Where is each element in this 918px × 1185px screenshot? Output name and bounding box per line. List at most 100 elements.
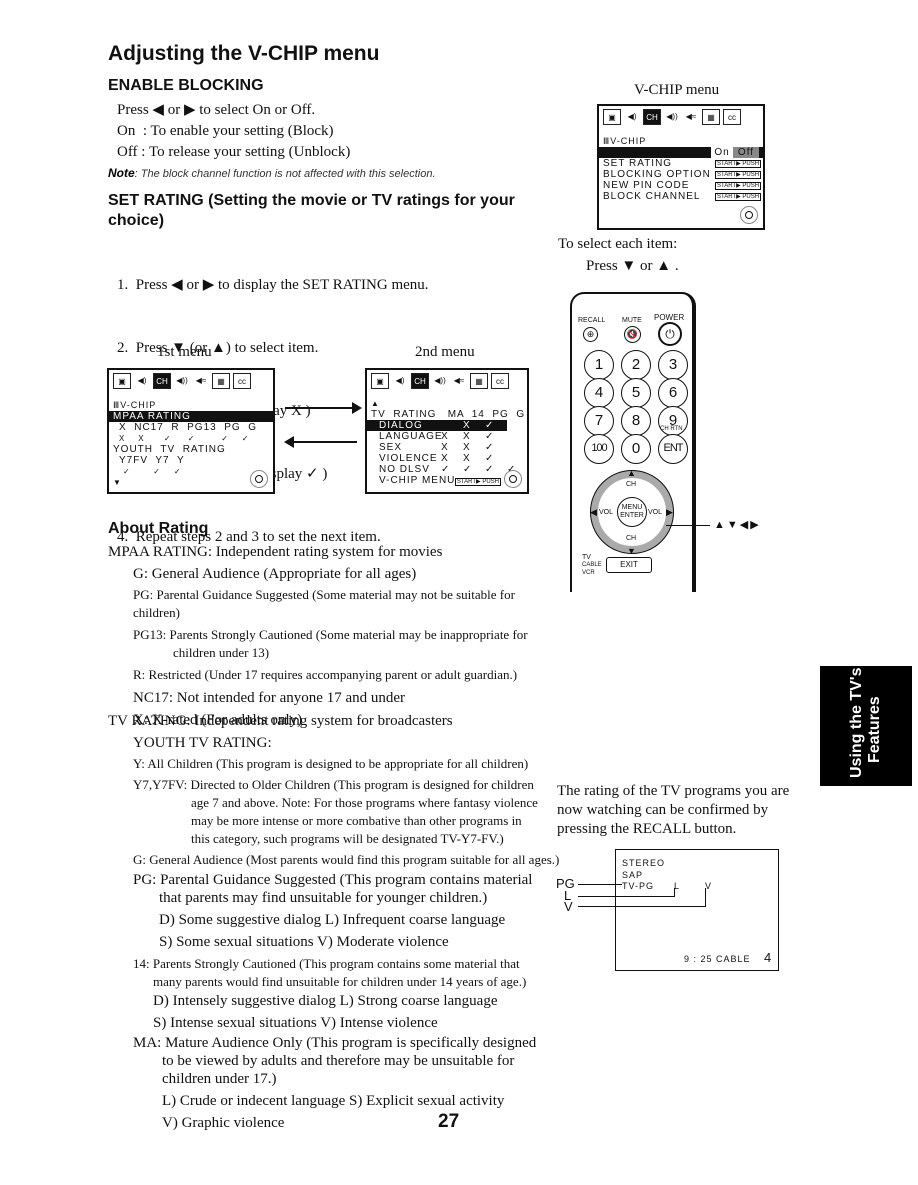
timer-icon: ▦: [470, 373, 488, 389]
digit-button-8[interactable]: 8: [621, 406, 651, 436]
tv-rating-row[interactable]: SEX X X ✓: [367, 442, 527, 453]
digit-button-1[interactable]: 1: [584, 350, 614, 380]
about-rating-heading: About Rating: [108, 520, 209, 537]
mpaa-item-text: PG13: Parents Strongly Cautioned (Some m…: [133, 627, 528, 642]
digit-button-ent[interactable]: ENT: [658, 434, 688, 464]
start-push-badge: START▶ PUSH: [715, 182, 762, 190]
recall-line: The rating of the TV programs you are: [557, 783, 790, 799]
tv-rating-row[interactable]: LANGUAGE X X ✓: [367, 431, 527, 442]
vchip-menu-return[interactable]: V-CHIP MENU: [367, 475, 527, 486]
tv-rating-row[interactable]: NO DLSV ✓ ✓ ✓ ✓: [367, 464, 527, 475]
ch-down-icon[interactable]: ▼: [627, 546, 636, 556]
callout-line: [705, 888, 706, 907]
tv-general: G: General Audience (Most parents would …: [133, 852, 560, 867]
mute-button[interactable]: 🔇: [624, 326, 641, 343]
mode-cable[interactable]: CABLE: [582, 562, 602, 568]
vol-down-icon[interactable]: ◀: [590, 507, 597, 518]
tv-rating-row[interactable]: DIALOG X ✓: [367, 420, 507, 431]
set-rating-row[interactable]: SET RATING START▶ PUSH: [599, 158, 763, 169]
flag-v: V: [705, 881, 713, 891]
recall-label: RECALL: [578, 317, 606, 324]
surround-icon: ◀)): [666, 111, 678, 121]
cc-icon: cc: [233, 373, 251, 389]
recall-button[interactable]: ⊕: [583, 327, 598, 342]
dial-icon: [250, 470, 268, 488]
select-hint-1: To select each item:: [558, 236, 678, 252]
digit-button-3[interactable]: 3: [658, 350, 688, 380]
callout-line: [578, 884, 622, 885]
tv-14-line: 14: Parents Strongly Cautioned (This pro…: [133, 956, 520, 971]
mode-vcr[interactable]: VCR: [582, 570, 595, 576]
note: Note: The block channel function is not …: [108, 166, 436, 180]
blocking-option-row[interactable]: BLOCKING OPTION START▶ PUSH: [599, 169, 763, 180]
digit-button-4[interactable]: 4: [584, 378, 614, 408]
setup-icon: CH: [153, 373, 171, 389]
youth-heading: YOUTH TV RATING:: [133, 735, 272, 751]
tv-pg: PG: Parental Guidance Suggested (This pr…: [133, 871, 532, 907]
tv-pg-line: PG: Parental Guidance Suggested (This pr…: [133, 872, 533, 888]
setup-icon: CH: [643, 109, 661, 125]
mpaa-ratings: X NC17 R PG13 PG G: [119, 422, 258, 433]
picture-icon: ▣: [113, 373, 131, 389]
ch-up-icon[interactable]: ▲: [627, 468, 636, 478]
off-option[interactable]: Off: [733, 147, 759, 158]
youth-y7-cont: age 7 and above. Note: For those program…: [191, 795, 538, 810]
callout-line: [666, 525, 710, 526]
timer-icon: ▦: [702, 109, 720, 125]
mpaa-item: NC17: Not intended for anyone 17 and und…: [133, 688, 553, 709]
youth-rating-row[interactable]: YOUTH TV RATING: [109, 444, 273, 455]
mode-tv[interactable]: TV: [582, 554, 591, 561]
callout-line: [578, 896, 675, 897]
youth-y7-cont: this category, such programs will be des…: [191, 831, 504, 846]
menu2-caption: 2nd menu: [415, 344, 475, 360]
enable-blocking-row[interactable]: ENABLE BLOCKING On Off: [599, 147, 763, 169]
block-channel-row[interactable]: BLOCK CHANNEL START▶ PUSH: [599, 191, 763, 202]
picture-icon: ▣: [371, 373, 389, 389]
new-pin-code-row[interactable]: NEW PIN CODE START▶ PUSH: [599, 180, 763, 191]
rating-indicator: TV-PG: [622, 881, 655, 891]
recall-line: pressing the RECALL button.: [557, 821, 737, 837]
vol-up-icon[interactable]: ▶: [666, 507, 673, 518]
stereo-indicator: STEREO: [622, 858, 666, 868]
cell-label: LANGUAGE: [379, 431, 443, 442]
page-number: 27: [438, 1111, 460, 1132]
cell-pg: ✓: [485, 453, 495, 464]
exit-button[interactable]: EXIT: [606, 557, 652, 573]
mpaa-rating-row[interactable]: MPAA RATING: [109, 411, 273, 422]
digit-button-0[interactable]: 0: [621, 434, 651, 464]
tv-pg-sub-line: D) Some suggestive dialog L) Infrequent …: [159, 912, 506, 928]
osd-title: ⅢV-CHIP: [603, 136, 647, 146]
cell-r14: ✓: [463, 464, 473, 475]
audio-icon: ◀): [627, 111, 637, 121]
power-label: POWER: [654, 313, 685, 322]
cell-ma: X: [441, 453, 449, 464]
cc-icon: cc: [491, 373, 509, 389]
start-push-badge: START▶ PUSH: [454, 478, 501, 486]
power-button[interactable]: ⏻: [658, 322, 682, 346]
tv-screen-display: STEREO SAP TV-PG L V 9 : 25 CABLE 4: [615, 849, 779, 971]
cell-label: NO DLSV: [379, 464, 430, 475]
youth-ratings: Y7FV Y7 Y: [119, 455, 185, 466]
enable-blocking-heading: ENABLE BLOCKING: [108, 77, 264, 94]
tv-14-sub-line: D) Intensely suggestive dialog L) Strong…: [153, 993, 498, 1009]
digit-button-2[interactable]: 2: [621, 350, 651, 380]
tv-14-sub-line: S) Intense sexual situations V) Intense …: [153, 1015, 438, 1031]
osd-icon-bar: ▣ ◀) CH ◀)) ◀≈ ▦ cc: [109, 370, 273, 392]
digit-button-7[interactable]: 7: [584, 406, 614, 436]
set-rating-heading: SET RATING (Setting the movie or TV rati…: [108, 192, 515, 229]
mpaa-item: G: General Audience (Appropriate for all…: [133, 564, 553, 585]
vchip-menu-caption: V-CHIP menu: [634, 82, 720, 98]
menu-enter-button[interactable]: MENU ENTER: [617, 497, 647, 527]
arrow-left: [293, 441, 357, 443]
tv-rating-row[interactable]: VIOLENCE X X ✓: [367, 453, 527, 464]
on-option[interactable]: On: [711, 147, 733, 158]
osd-menu-1st: ▣ ◀) CH ◀)) ◀≈ ▦ cc ⅢV-CHIP MPAA RATING …: [107, 368, 275, 494]
digit-button-100[interactable]: 100: [584, 434, 614, 464]
arrow-right: [285, 407, 357, 409]
cell-r14: X: [463, 442, 471, 453]
mpaa-item: PG13: Parents Strongly Cautioned (Some m…: [133, 626, 553, 662]
enable-line: Off : To release your setting (Unblock): [117, 144, 351, 160]
digit-button-6[interactable]: 6: [658, 378, 688, 408]
tv-pg-sub-line: S) Some sexual situations V) Moderate vi…: [159, 934, 449, 950]
digit-button-5[interactable]: 5: [621, 378, 651, 408]
